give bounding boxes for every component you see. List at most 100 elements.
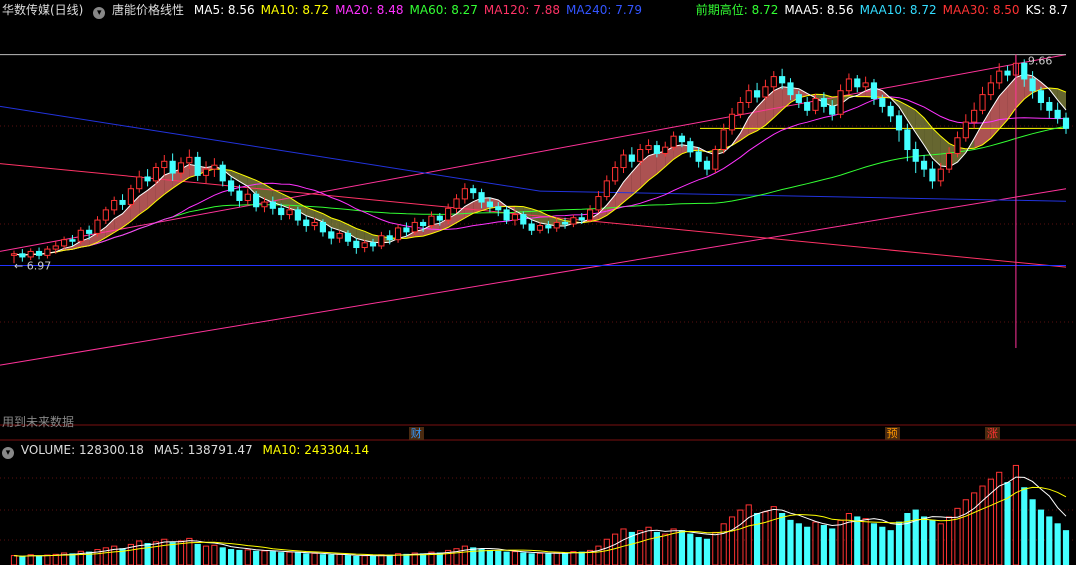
volume-bar [219, 547, 226, 565]
candle-body [202, 168, 210, 176]
candle-body [962, 121, 969, 139]
candle-body [278, 207, 285, 216]
candle-body [127, 188, 134, 205]
candle-body [211, 164, 218, 170]
candle-body [86, 229, 93, 234]
candle-body [361, 242, 368, 249]
volume-bar [386, 554, 393, 565]
candle-body [845, 78, 853, 92]
legend-ma20: MA20: 8.48 [335, 3, 404, 17]
legend-ks: KS: 8.7 [1025, 3, 1068, 17]
volume-bar [937, 523, 944, 565]
volume-bar [202, 545, 210, 565]
volume-bar [1021, 487, 1028, 565]
candle-body [411, 221, 418, 233]
volume-bar [169, 542, 176, 565]
candle-body [461, 188, 468, 200]
candle-body [61, 239, 68, 247]
chart-header-right: 前期高位: 8.72 MAA5: 8.56 MAA10: 8.72 MAA30: 8.… [696, 2, 1074, 18]
candle-body [386, 235, 393, 241]
volume-bar [152, 541, 160, 565]
volume-bar [269, 551, 276, 565]
volume-bar [612, 533, 619, 565]
candle-body [587, 209, 594, 221]
volume-bar [804, 526, 811, 565]
event-tag[interactable]: 预 [884, 427, 900, 440]
volume-bar [194, 543, 201, 565]
indicator-name[interactable]: 唐能价格线性 [112, 3, 184, 17]
candle-body [979, 94, 986, 111]
candle-body [637, 149, 644, 162]
legend-前期高位: 前期高位: 8.72 [695, 3, 779, 17]
volume-bar [303, 553, 310, 565]
volume-bar [720, 523, 727, 565]
candle-body [703, 160, 711, 170]
volume-bar [862, 518, 869, 565]
candle-body [478, 192, 485, 203]
volume-bar [728, 516, 736, 565]
candle-body [1062, 117, 1070, 129]
candle-body [971, 109, 978, 123]
ribbon-segment [932, 128, 941, 166]
volume-bar [378, 554, 385, 565]
volume-bar [35, 555, 43, 565]
volume-bar [753, 513, 761, 565]
volume-bar [920, 516, 928, 565]
candle-body [1021, 62, 1028, 80]
candle-body [420, 221, 427, 227]
candle-body [227, 180, 235, 192]
candle-body [578, 217, 585, 221]
volume-bar [520, 552, 527, 565]
volume-bar [645, 526, 652, 565]
candle-body [954, 137, 961, 154]
candle-body [687, 141, 694, 153]
candle-body [303, 219, 310, 227]
volume-bar [261, 550, 268, 565]
volume-bar [353, 555, 360, 565]
volume-bar [895, 521, 903, 565]
dropdown-icon[interactable]: ▾ [93, 7, 106, 19]
volume-bar [703, 538, 711, 565]
volume-bar [695, 537, 702, 565]
candle-body [486, 201, 493, 208]
stock-name[interactable]: 华数传媒(日线) [2, 3, 83, 17]
candle-body [536, 225, 544, 231]
legend-maa5: MAA5: 8.56 [784, 3, 854, 17]
candle-body [35, 250, 43, 256]
legend-ma120: MA120: 7.88 [483, 3, 560, 17]
candle-body [595, 196, 602, 211]
volume-value: 128300.18 [78, 443, 144, 457]
price-low-label: ← 6.97 [14, 260, 51, 273]
legend-maa10: MAA10: 8.72 [859, 3, 937, 17]
volume-bar [929, 519, 936, 565]
candle-body [996, 70, 1003, 84]
volume-bar [44, 554, 51, 565]
legend-ma10: MA10: 8.72 [260, 3, 330, 17]
ma240-line-a [0, 105, 541, 192]
candle-body [453, 198, 460, 209]
event-tag[interactable]: 财 [408, 427, 424, 440]
volume-label: VOLUME: [20, 443, 76, 457]
candle-body [937, 168, 944, 182]
candle-body [545, 225, 552, 229]
volume-bar [420, 553, 427, 565]
legend-ma60: MA60: 8.27 [409, 3, 478, 17]
candle-body [895, 115, 903, 131]
volume-bar [762, 511, 769, 565]
volume-bar [403, 553, 410, 565]
volume-bar [336, 553, 343, 565]
ribbon-segment [915, 110, 925, 146]
price-chart[interactable]: 9.66 ← 6.97 [0, 0, 1076, 565]
candle-body [344, 232, 352, 242]
volume-bar [294, 552, 301, 565]
event-tag[interactable]: 涨 [984, 427, 1000, 440]
candle-body [119, 199, 126, 205]
candle-body [470, 188, 477, 194]
volume-bar [244, 549, 251, 565]
volume-bar [478, 549, 485, 565]
volume-bar [829, 528, 836, 565]
volume-bar [1046, 516, 1053, 565]
volume-bar [603, 538, 610, 565]
volume-dropdown-icon[interactable]: ▾ [2, 447, 14, 459]
volume-bar [470, 547, 477, 565]
